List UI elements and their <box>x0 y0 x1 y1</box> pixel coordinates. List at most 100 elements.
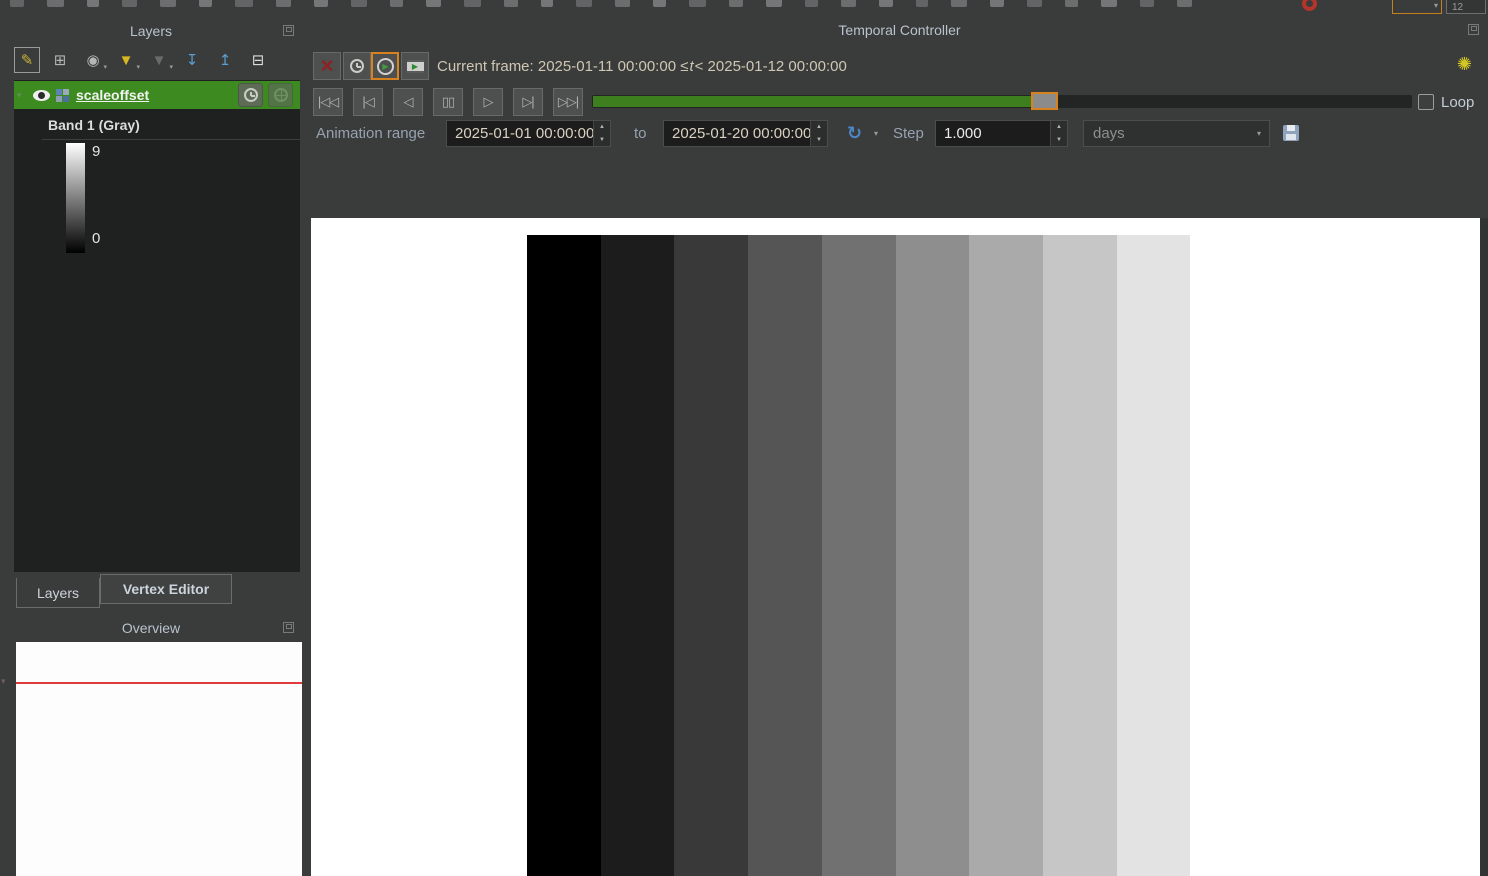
loop-label: Loop <box>1441 94 1474 111</box>
toolbar-value-box[interactable]: 12 <box>1446 0 1486 14</box>
playback-play-forward-button[interactable]: ▷ <box>473 88 503 116</box>
save-icon[interactable] <box>1283 125 1299 141</box>
playback-skip-to-start-button[interactable]: |◁◁ <box>313 88 343 116</box>
toolbar-button[interactable] <box>689 0 706 7</box>
layer-row-scaleoffset[interactable]: ▾ scaleoffset <box>14 81 300 109</box>
raster-stripe-value-3 <box>748 235 822 876</box>
toolbar-button[interactable] <box>766 0 782 7</box>
spinner-control[interactable]: ▲▼ <box>593 121 610 146</box>
refresh-dropdown-caret[interactable]: ▾ <box>874 120 878 147</box>
playback-pause-button[interactable]: ▯▯ <box>433 88 463 116</box>
overview-map[interactable] <box>16 642 302 876</box>
layer-visibility-eye-icon[interactable] <box>33 90 50 101</box>
filter-legend-icon[interactable]: ▼▾ <box>113 47 139 73</box>
toolbar-button[interactable] <box>87 0 99 7</box>
toolbar-button[interactable] <box>426 0 441 7</box>
gray-ramp-legend <box>66 143 85 253</box>
open-layer-styling-icon[interactable]: ✎ <box>14 47 40 73</box>
expand-all-icon[interactable]: ↧ <box>179 47 205 73</box>
toolbar-button[interactable] <box>615 0 630 7</box>
toolbar-button[interactable] <box>951 0 967 7</box>
playback-previous-frame-button[interactable]: |◁ <box>353 88 383 116</box>
current-frame-text: Current frame: 2025-01-11 00:00:00 ≤ t <… <box>437 52 847 80</box>
band-legend-label: Band 1 (Gray) <box>48 117 140 133</box>
raster-stripe-value-1 <box>601 235 675 876</box>
temporal-slider[interactable] <box>592 95 1412 108</box>
window-right-edge <box>1480 218 1488 876</box>
toolbar-button[interactable] <box>879 0 893 7</box>
tab-vertex-editor[interactable]: Vertex Editor <box>100 574 232 604</box>
temporal-settings-gear-icon[interactable]: ✺ <box>1457 55 1472 73</box>
playback-skip-to-end-button[interactable]: ▷▷| <box>553 88 583 116</box>
toolbar-button[interactable] <box>576 0 592 7</box>
toolbar-button[interactable] <box>464 0 481 7</box>
animated-navigation-mode-button[interactable]: ▶ <box>371 52 399 80</box>
overview-panel-title: Overview <box>0 620 302 636</box>
toolbar-button[interactable] <box>990 0 1004 7</box>
toolbar-button[interactable] <box>805 0 818 7</box>
toolbar-button[interactable] <box>841 0 856 7</box>
record-macro-icon[interactable] <box>1302 0 1317 11</box>
range-start-input[interactable]: 2025-01-01 00:00:00 ▲▼ <box>446 120 611 147</box>
spinner-control[interactable]: ▲▼ <box>1050 121 1067 146</box>
loop-checkbox[interactable] <box>1418 94 1434 110</box>
legend-separator <box>42 139 300 140</box>
toolbar-button[interactable] <box>351 0 367 7</box>
layers-panel: Layers ✎ ⊞ ◉▾ ▼▾ ▼▾ ↧ ↥ ⊟ ▾ scaleoffset Band 1 … <box>0 15 302 876</box>
toolbar-button[interactable] <box>1140 0 1154 7</box>
toolbar-button[interactable] <box>1177 0 1192 7</box>
chevron-down-icon: ▾ <box>103 63 107 71</box>
toolbar-button[interactable] <box>504 0 518 7</box>
refresh-range-icon[interactable]: ↻ <box>847 120 862 147</box>
layer-expander-icon[interactable]: ▾ <box>17 90 31 101</box>
filter-by-expression-icon[interactable]: ▼▾ <box>146 47 172 73</box>
step-label: Step <box>893 120 924 147</box>
manage-map-themes-icon[interactable]: ◉▾ <box>80 47 106 73</box>
collapse-all-icon[interactable]: ↥ <box>212 47 238 73</box>
toolbar-button[interactable] <box>10 0 24 7</box>
toolbar-button[interactable] <box>1065 0 1078 7</box>
toolbar-button[interactable] <box>276 0 291 7</box>
toolbar-button[interactable] <box>541 0 553 7</box>
toolbar-button[interactable] <box>1101 0 1117 7</box>
toolbar-button[interactable] <box>653 0 666 7</box>
panel-collapse-arrow-icon[interactable]: ▾ <box>1 676 6 687</box>
chevron-down-icon: ▾ <box>1434 1 1438 10</box>
tab-layers[interactable]: Layers <box>16 578 100 608</box>
overview-panel-dock-icon[interactable] <box>283 622 294 633</box>
raster-stripe-value-9 <box>1190 235 1264 876</box>
toolbar-button[interactable] <box>1027 0 1042 7</box>
playback-play-backward-button[interactable]: ◁ <box>393 88 423 116</box>
toolbar-button[interactable] <box>235 0 253 7</box>
toolbar-button[interactable] <box>916 0 928 7</box>
toolbar-button[interactable] <box>47 0 64 7</box>
toolbar-button[interactable] <box>314 0 328 7</box>
fixed-range-mode-button[interactable] <box>343 52 371 80</box>
temporal-navigation-off-button[interactable]: × <box>313 52 341 80</box>
layers-panel-dock-icon[interactable] <box>283 25 294 36</box>
temporal-slider-fill <box>593 96 1033 107</box>
spinner-control[interactable]: ▲▼ <box>810 121 827 146</box>
toolbar-highlight-group[interactable]: ▾ <box>1392 0 1442 14</box>
chevron-down-icon: ▾ <box>136 63 140 71</box>
toolbar-button[interactable] <box>390 0 403 7</box>
add-group-icon[interactable]: ⊞ <box>47 47 73 73</box>
toolbar-button[interactable] <box>729 0 743 7</box>
step-value-input[interactable]: 1.000 ▲▼ <box>935 120 1068 147</box>
map-canvas[interactable] <box>311 218 1488 876</box>
export-animation-button[interactable]: ▶ <box>401 52 429 80</box>
temporal-panel-dock-icon[interactable] <box>1468 24 1479 35</box>
layer-name[interactable]: scaleoffset <box>76 87 149 103</box>
range-end-input[interactable]: 2025-01-20 00:00:00 ▲▼ <box>663 120 828 147</box>
step-unit-select[interactable]: days ▾ <box>1083 120 1270 147</box>
remove-layer-icon[interactable]: ⊟ <box>245 47 271 73</box>
layer-indicator-secondary-button[interactable] <box>268 83 293 107</box>
chevron-down-icon: ▾ <box>1257 129 1261 138</box>
toolbar-button[interactable] <box>160 0 176 7</box>
temporal-controller-panel: Temporal Controller ✺ × ▶ ▶ Current fram… <box>311 15 1488 218</box>
temporal-slider-handle[interactable] <box>1031 92 1058 110</box>
toolbar-button[interactable] <box>122 0 137 7</box>
toolbar-button[interactable] <box>199 0 212 7</box>
playback-next-frame-button[interactable]: ▷| <box>513 88 543 116</box>
layer-temporal-indicator-button[interactable] <box>238 83 263 107</box>
